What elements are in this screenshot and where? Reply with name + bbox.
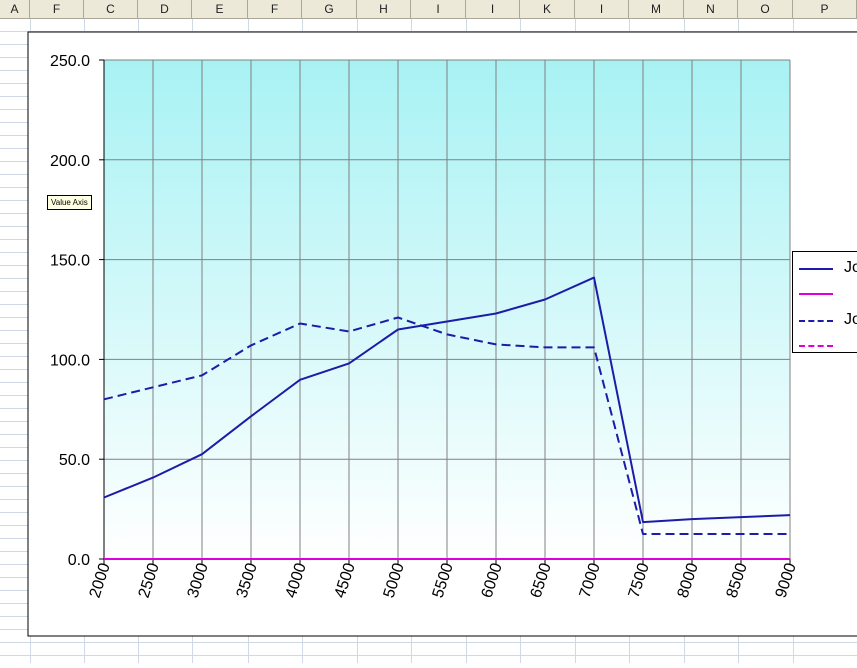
y-tick-label: 200.0 (50, 153, 90, 170)
y-tick-label: 150.0 (50, 253, 90, 270)
chart-legend[interactable]: Jo Jo (792, 251, 857, 353)
legend-swatch (799, 345, 833, 347)
legend-entry[interactable] (799, 283, 857, 303)
legend-entry[interactable]: Jo (799, 258, 857, 278)
y-tick-label: 250.0 (50, 53, 90, 70)
legend-label: Jo (844, 259, 857, 276)
legend-swatch (799, 268, 833, 270)
y-tick-label: 50.0 (59, 452, 90, 469)
legend-swatch (799, 293, 833, 295)
value-axis-tooltip: Value Axis (47, 195, 92, 210)
legend-label: Jo (844, 311, 857, 328)
legend-swatch (799, 320, 833, 322)
legend-entry[interactable] (799, 335, 857, 355)
legend-entry[interactable]: Jo (799, 310, 857, 330)
y-tick-label: 0.0 (68, 552, 90, 569)
y-tick-label: 100.0 (50, 352, 90, 369)
line-chart[interactable]: 0.050.0100.0150.0200.0250.0 2000 2500 3000… (0, 0, 857, 663)
